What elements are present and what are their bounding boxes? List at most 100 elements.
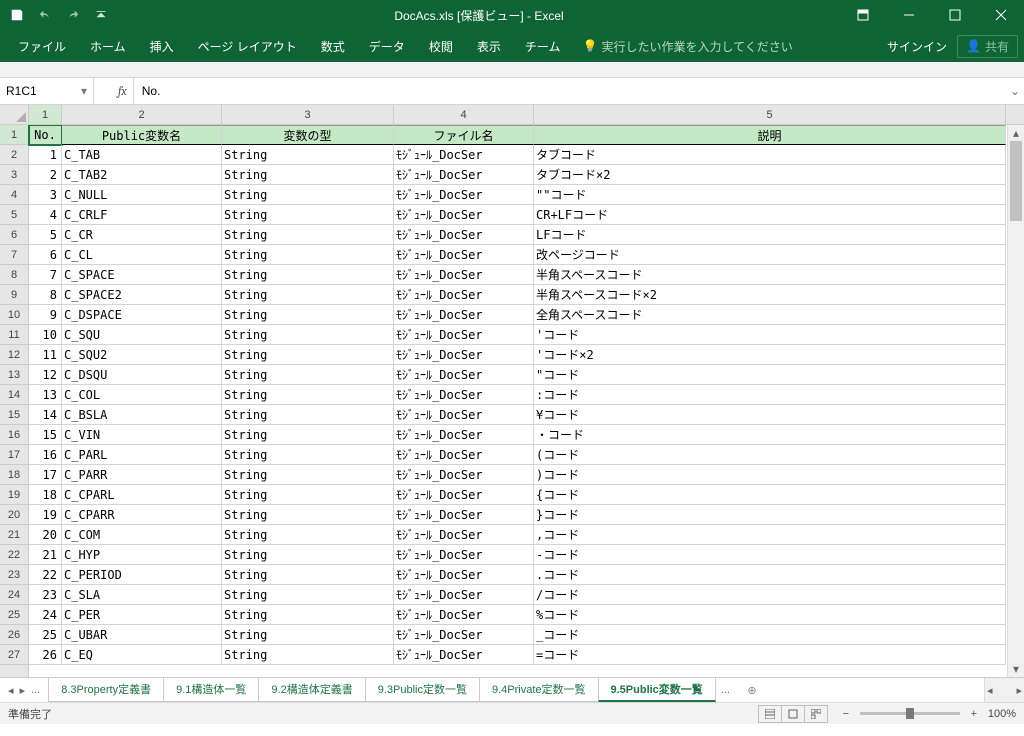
tab-nav-ellipsis[interactable]: ... — [29, 684, 42, 697]
cell[interactable]: C_PARL — [62, 445, 222, 465]
cell[interactable]: -コード — [534, 545, 1006, 565]
cell[interactable]: String — [222, 625, 394, 645]
cell[interactable]: String — [222, 525, 394, 545]
ribbon-display-icon[interactable] — [840, 0, 886, 30]
scroll-left-icon[interactable]: ◂ — [987, 684, 993, 697]
cell[interactable]: String — [222, 345, 394, 365]
cell[interactable]: ﾓｼﾞｭｰﾙ_DocSer — [394, 305, 534, 325]
add-sheet-button[interactable]: ⊕ — [740, 678, 764, 702]
column-header[interactable]: 5 — [534, 105, 1006, 124]
cell[interactable]: .コード — [534, 565, 1006, 585]
zoom-in-button[interactable]: + — [966, 708, 982, 720]
cell[interactable]: String — [222, 145, 394, 165]
cell[interactable]: String — [222, 225, 394, 245]
cell[interactable]: 25 — [29, 625, 62, 645]
cell[interactable]: タブコード×2 — [534, 165, 1006, 185]
row-header[interactable]: 6 — [0, 225, 28, 245]
row-header[interactable]: 4 — [0, 185, 28, 205]
maximize-icon[interactable] — [932, 0, 978, 30]
vertical-scrollbar[interactable]: ▴ ▾ — [1007, 125, 1024, 677]
row-header[interactable]: 25 — [0, 605, 28, 625]
cell[interactable]: 2 — [29, 165, 62, 185]
cell[interactable]: C_BSLA — [62, 405, 222, 425]
cell[interactable]: C_CRLF — [62, 205, 222, 225]
cell[interactable]: String — [222, 445, 394, 465]
cell[interactable]: :コード — [534, 385, 1006, 405]
row-header[interactable]: 9 — [0, 285, 28, 305]
row-header[interactable]: 21 — [0, 525, 28, 545]
cell[interactable]: ¥コード — [534, 405, 1006, 425]
cell[interactable]: 1 — [29, 145, 62, 165]
cell[interactable]: ﾓｼﾞｭｰﾙ_DocSer — [394, 565, 534, 585]
cell[interactable]: ﾓｼﾞｭｰﾙ_DocSer — [394, 645, 534, 665]
row-header[interactable]: 22 — [0, 545, 28, 565]
cell[interactable]: 26 — [29, 645, 62, 665]
cell[interactable]: C_UBAR — [62, 625, 222, 645]
tab-home[interactable]: ホーム — [78, 30, 138, 62]
cell[interactable]: ﾓｼﾞｭｰﾙ_DocSer — [394, 165, 534, 185]
cell[interactable]: 3 — [29, 185, 62, 205]
cell[interactable]: ﾓｼﾞｭｰﾙ_DocSer — [394, 285, 534, 305]
cell[interactable]: C_CL — [62, 245, 222, 265]
cell[interactable]: ,コード — [534, 525, 1006, 545]
row-header[interactable]: 1 — [0, 125, 28, 145]
cell[interactable]: 12 — [29, 365, 62, 385]
cell[interactable]: 'コード — [534, 325, 1006, 345]
cell[interactable]: String — [222, 285, 394, 305]
tab-data[interactable]: データ — [357, 30, 417, 62]
cell[interactable]: 半角スペースコード×2 — [534, 285, 1006, 305]
zoom-slider[interactable] — [860, 712, 960, 715]
cell[interactable]: ﾓｼﾞｭｰﾙ_DocSer — [394, 505, 534, 525]
scroll-up-icon[interactable]: ▴ — [1008, 125, 1024, 141]
expand-formula-icon[interactable]: ⌄ — [1006, 84, 1024, 98]
cell[interactable]: String — [222, 185, 394, 205]
cell[interactable]: String — [222, 305, 394, 325]
cell[interactable]: C_EQ — [62, 645, 222, 665]
cell[interactable]: String — [222, 465, 394, 485]
column-header[interactable]: 2 — [62, 105, 222, 124]
cell[interactable]: "コード — [534, 365, 1006, 385]
column-header[interactable]: 4 — [394, 105, 534, 124]
cell[interactable]: C_CPARL — [62, 485, 222, 505]
cell[interactable]: 19 — [29, 505, 62, 525]
cell[interactable]: /コード — [534, 585, 1006, 605]
normal-view-icon[interactable] — [758, 705, 782, 723]
cell[interactable]: C_PERIOD — [62, 565, 222, 585]
row-header[interactable]: 18 — [0, 465, 28, 485]
header-cell[interactable]: 説明 — [534, 125, 1006, 145]
page-layout-view-icon[interactable] — [781, 705, 805, 723]
cell[interactable]: String — [222, 585, 394, 605]
cell[interactable]: CR+LFコード — [534, 205, 1006, 225]
chevron-down-icon[interactable]: ▾ — [81, 84, 87, 98]
cell[interactable]: ﾓｼﾞｭｰﾙ_DocSer — [394, 465, 534, 485]
save-icon[interactable] — [4, 2, 30, 28]
header-cell[interactable]: No. — [29, 125, 62, 145]
cell[interactable]: ﾓｼﾞｭｰﾙ_DocSer — [394, 405, 534, 425]
cell[interactable]: 9 — [29, 305, 62, 325]
cell[interactable]: ﾓｼﾞｭｰﾙ_DocSer — [394, 585, 534, 605]
signin-link[interactable]: サインイン — [887, 38, 947, 55]
tab-formulas[interactable]: 数式 — [309, 30, 357, 62]
row-header[interactable]: 5 — [0, 205, 28, 225]
cell[interactable]: 20 — [29, 525, 62, 545]
tab-view[interactable]: 表示 — [465, 30, 513, 62]
row-header[interactable]: 12 — [0, 345, 28, 365]
row-header[interactable]: 7 — [0, 245, 28, 265]
sheet-tab[interactable]: 9.4Private定数一覧 — [479, 678, 599, 702]
scrollbar-thumb[interactable] — [1010, 141, 1022, 221]
cell[interactable]: 16 — [29, 445, 62, 465]
cell[interactable]: 23 — [29, 585, 62, 605]
cell[interactable]: C_SPACE — [62, 265, 222, 285]
undo-icon[interactable] — [32, 2, 58, 28]
cell[interactable]: String — [222, 205, 394, 225]
row-header[interactable]: 2 — [0, 145, 28, 165]
tab-file[interactable]: ファイル — [6, 30, 78, 62]
cell[interactable]: String — [222, 605, 394, 625]
cell[interactable]: 13 — [29, 385, 62, 405]
scroll-right-icon[interactable]: ▸ — [1016, 684, 1022, 697]
cell[interactable]: 21 — [29, 545, 62, 565]
row-header[interactable]: 23 — [0, 565, 28, 585]
zoom-level[interactable]: 100% — [988, 708, 1016, 720]
cell[interactable]: ﾓｼﾞｭｰﾙ_DocSer — [394, 445, 534, 465]
cell[interactable]: 10 — [29, 325, 62, 345]
